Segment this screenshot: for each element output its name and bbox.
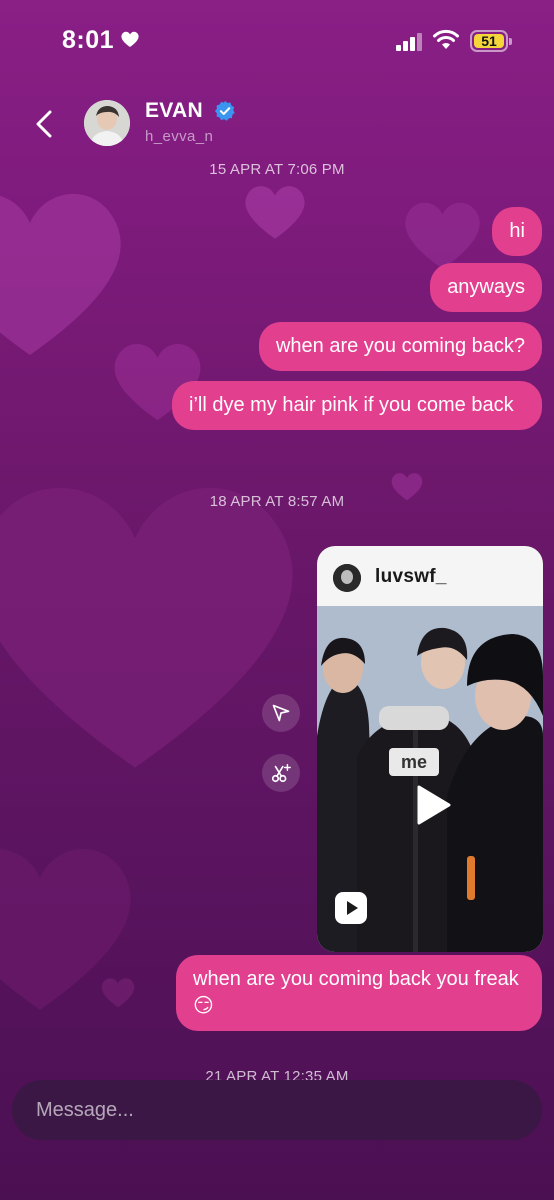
message-bubble[interactable]: i’ll dye my hair pink if you come back <box>172 381 542 430</box>
message-timestamp: 15 APR AT 7:06 PM <box>209 161 345 178</box>
battery-icon: 51 <box>470 30 512 52</box>
reel-author-avatar[interactable] <box>333 564 361 592</box>
reel-caption: me <box>389 748 439 776</box>
remix-button[interactable] <box>262 754 300 792</box>
cellular-signal-icon <box>396 31 426 51</box>
heart-decoration <box>405 202 480 269</box>
message-composer[interactable] <box>12 1080 542 1140</box>
contact-avatar[interactable] <box>84 100 130 146</box>
message-bubble[interactable]: when are you coming back? <box>258 322 542 371</box>
play-icon[interactable] <box>409 782 455 828</box>
status-time: 8:01 <box>62 26 115 54</box>
reel-username[interactable]: luvswf_ <box>375 566 447 588</box>
wifi-icon <box>433 29 459 49</box>
status-bar: 8:01 51 <box>0 0 554 84</box>
message-timestamp: 21 APR AT 12:35 AM <box>205 1068 349 1080</box>
heart-decoration <box>101 978 135 1008</box>
message-input[interactable] <box>12 1080 542 1140</box>
message-bubble[interactable]: anyways <box>430 263 542 312</box>
scissors-sparkle-icon <box>271 764 291 783</box>
reels-badge-icon <box>335 892 367 924</box>
share-button[interactable] <box>262 694 300 732</box>
verified-badge-icon <box>214 100 235 121</box>
shared-reel[interactable]: luvswf_ me <box>317 546 543 952</box>
heart-decoration <box>0 194 121 355</box>
heart-decoration <box>0 849 131 1010</box>
reel-header: luvswf_ <box>317 546 543 606</box>
heart-icon <box>121 31 139 48</box>
heart-decoration <box>245 186 305 239</box>
contact-name[interactable]: EVAN <box>145 99 203 123</box>
battery-level: 51 <box>474 34 504 48</box>
message-bubble[interactable]: when are you coming back you freak😏 <box>176 955 542 1031</box>
send-icon <box>272 704 290 722</box>
message-timestamp: 18 APR AT 8:57 AM <box>209 493 345 510</box>
contact-photo <box>84 100 130 146</box>
contact-handle: h_evva_n <box>145 128 214 145</box>
back-chevron-icon[interactable] <box>30 104 62 144</box>
message-bubble[interactable]: hi <box>492 207 542 256</box>
